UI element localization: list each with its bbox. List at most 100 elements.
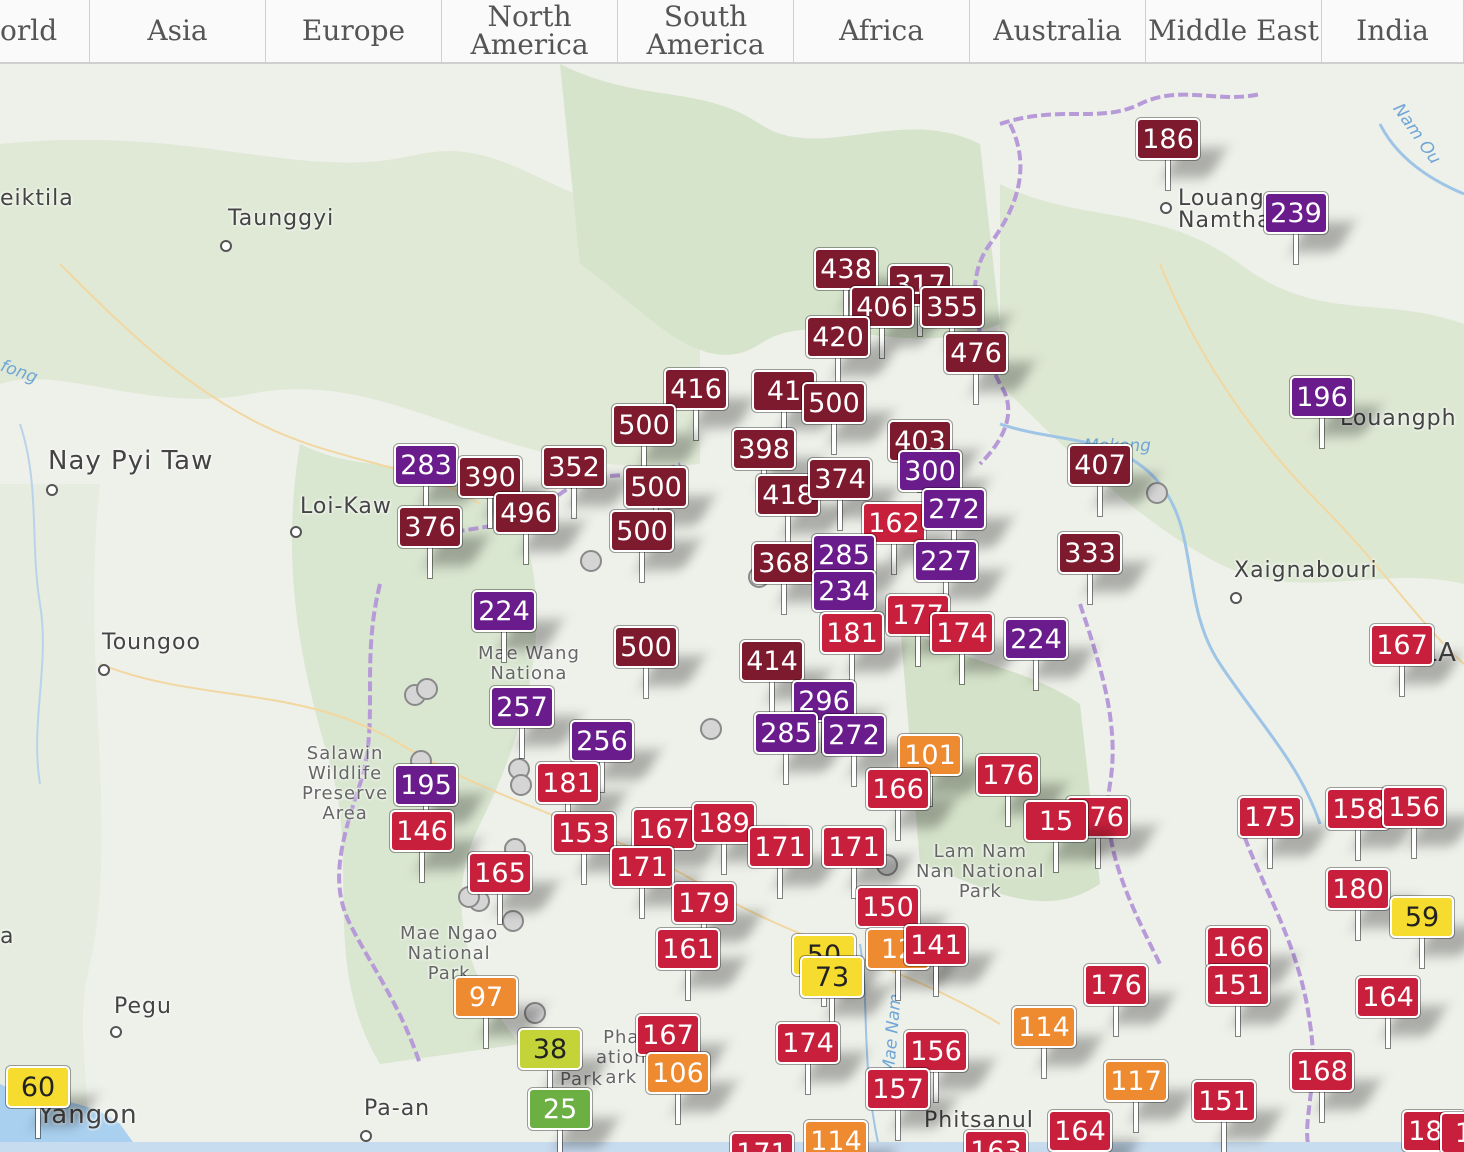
aqi-station-marker[interactable]: 153	[552, 812, 643, 884]
aqi-station-marker[interactable]: 181	[820, 612, 911, 684]
aqi-station-marker[interactable]: 414	[740, 640, 831, 712]
aqi-value-label[interactable]: 224	[472, 590, 536, 632]
aqi-station-marker[interactable]: 161	[656, 928, 747, 1000]
aqi-station-marker[interactable]: 166	[866, 768, 957, 840]
aqi-value-label[interactable]: 174	[930, 612, 994, 654]
aqi-value-label[interactable]: 368	[752, 542, 816, 584]
aqi-value-label[interactable]: 176	[976, 754, 1040, 796]
aqi-value-label[interactable]: 196	[1290, 376, 1354, 418]
aqi-station-marker[interactable]: 500	[802, 382, 893, 454]
aqi-value-label[interactable]: 283	[394, 444, 458, 486]
tab-india[interactable]: India	[1322, 0, 1464, 62]
aqi-value-label[interactable]: 146	[390, 810, 454, 852]
aqi-value-label[interactable]: 158	[1326, 788, 1390, 830]
aqi-station-marker[interactable]: 171	[748, 826, 839, 898]
aqi-station-marker[interactable]: 165	[468, 852, 559, 924]
aqi-value-label[interactable]: 257	[490, 686, 554, 728]
aqi-station-marker[interactable]: 175	[1238, 796, 1329, 868]
aqi-station-marker[interactable]: 117	[1104, 1060, 1195, 1132]
aqi-station-marker[interactable]: 500	[614, 626, 705, 698]
aqi-value-label[interactable]: 174	[776, 1022, 840, 1064]
aqi-value-label[interactable]: 38	[518, 1028, 582, 1070]
aqi-station-marker[interactable]: 333	[1058, 532, 1149, 604]
aqi-station-marker[interactable]: 171	[730, 1132, 794, 1152]
aqi-value-label[interactable]: 496	[494, 492, 558, 534]
aqi-station-marker[interactable]: 239	[1264, 192, 1355, 264]
aqi-station-marker[interactable]: 420	[806, 316, 897, 388]
aqi-value-label[interactable]: 114	[804, 1120, 868, 1152]
aqi-station-marker[interactable]: 176	[1084, 964, 1175, 1036]
aqi-station-marker[interactable]: 156	[1382, 786, 1464, 858]
aqi-station-marker[interactable]: 15	[1440, 1112, 1464, 1152]
aqi-station-marker[interactable]: 168	[1290, 1050, 1381, 1122]
tab-orld[interactable]: orld	[0, 0, 90, 62]
aqi-station-marker[interactable]: 355	[920, 286, 1011, 358]
aqi-station-marker[interactable]: 114	[1012, 1006, 1103, 1078]
aqi-value-label[interactable]: 181	[820, 612, 884, 654]
aqi-station-marker[interactable]: 195	[394, 764, 485, 836]
aqi-value-label[interactable]: 179	[672, 882, 736, 924]
aqi-value-label[interactable]: 165	[468, 852, 532, 894]
aqi-value-label[interactable]: 163	[964, 1130, 1028, 1152]
aqi-station-marker[interactable]: 398	[732, 428, 823, 500]
aqi-value-label[interactable]: 153	[552, 812, 616, 854]
aqi-station-marker[interactable]: 438	[814, 248, 905, 320]
tab-europe[interactable]: Europe	[266, 0, 442, 62]
aqi-value-label[interactable]: 285	[754, 712, 818, 754]
aqi-station-marker[interactable]: 171	[610, 846, 701, 918]
aqi-value-label[interactable]: 150	[856, 886, 920, 928]
aqi-station-marker[interactable]: 376	[398, 506, 489, 578]
aqi-value-label[interactable]: 151	[1192, 1080, 1256, 1122]
aqi-station-marker[interactable]: 150	[856, 886, 947, 958]
aqi-value-label[interactable]: 180	[1326, 868, 1390, 910]
aqi-station-marker[interactable]: 164	[1048, 1110, 1139, 1152]
aqi-station-marker[interactable]: 500	[610, 510, 701, 582]
aqi-value-label[interactable]: 171	[730, 1132, 794, 1152]
aqi-station-marker[interactable]: 272	[922, 488, 1013, 560]
aqi-station-marker[interactable]: 476	[944, 332, 1035, 404]
aqi-value-label[interactable]: 181	[536, 762, 600, 804]
aqi-value-label[interactable]: 438	[814, 248, 878, 290]
aqi-station-marker[interactable]: 500	[612, 404, 703, 476]
aqi-station-marker[interactable]: 374	[808, 458, 899, 530]
aqi-station-marker[interactable]: 157	[866, 1068, 957, 1140]
aqi-station-marker[interactable]: 38	[518, 1028, 609, 1100]
aqi-station-marker[interactable]: 257	[490, 686, 581, 758]
aqi-station-marker[interactable]: 272	[822, 714, 913, 786]
aqi-station-marker[interactable]: 352	[542, 446, 633, 518]
aqi-value-label[interactable]: 333	[1058, 532, 1122, 574]
aqi-value-label[interactable]: 407	[1068, 444, 1132, 486]
aqi-station-marker[interactable]: 234	[812, 570, 903, 642]
aqi-value-label[interactable]: 171	[748, 826, 812, 868]
aqi-station-marker[interactable]: 224	[472, 590, 563, 662]
aqi-station-marker[interactable]: 167	[632, 808, 723, 880]
aqi-value-label[interactable]: 272	[922, 488, 986, 530]
aqi-value-label[interactable]: 376	[398, 506, 462, 548]
aqi-station-marker[interactable]: 174	[776, 1022, 867, 1094]
aqi-value-label[interactable]: 106	[646, 1052, 710, 1094]
aqi-station-marker[interactable]: 156	[904, 1030, 995, 1102]
aqi-value-label[interactable]: 167	[632, 808, 696, 850]
aqi-value-label[interactable]: 73	[800, 956, 864, 998]
aqi-value-label[interactable]: 414	[740, 640, 804, 682]
offline-station-icon[interactable]	[502, 910, 524, 932]
aqi-value-label[interactable]: 114	[1012, 1006, 1076, 1048]
aqi-value-label[interactable]: 234	[812, 570, 876, 612]
tab-middle-east[interactable]: Middle East	[1146, 0, 1322, 62]
aqi-station-marker[interactable]: 167	[1370, 624, 1461, 696]
aqi-station-marker[interactable]: 174	[930, 612, 1021, 684]
aqi-value-label[interactable]: 476	[944, 332, 1008, 374]
aqi-station-marker[interactable]: 25	[528, 1088, 619, 1152]
aqi-station-marker[interactable]: 407	[1068, 444, 1159, 516]
offline-station-icon[interactable]	[700, 718, 722, 740]
aqi-station-marker[interactable]: 224	[1004, 618, 1095, 690]
aqi-value-label[interactable]: 256	[570, 720, 634, 762]
aqi-station-marker[interactable]: 227	[914, 540, 1005, 612]
tab-africa[interactable]: Africa	[794, 0, 970, 62]
aqi-station-marker[interactable]: 59	[1390, 896, 1464, 968]
aqi-value-label[interactable]: 500	[610, 510, 674, 552]
aqi-value-label[interactable]: 500	[624, 466, 688, 508]
aqi-station-marker[interactable]: 15	[1024, 800, 1115, 872]
aqi-value-label[interactable]: 161	[656, 928, 720, 970]
tab-australia[interactable]: Australia	[970, 0, 1146, 62]
